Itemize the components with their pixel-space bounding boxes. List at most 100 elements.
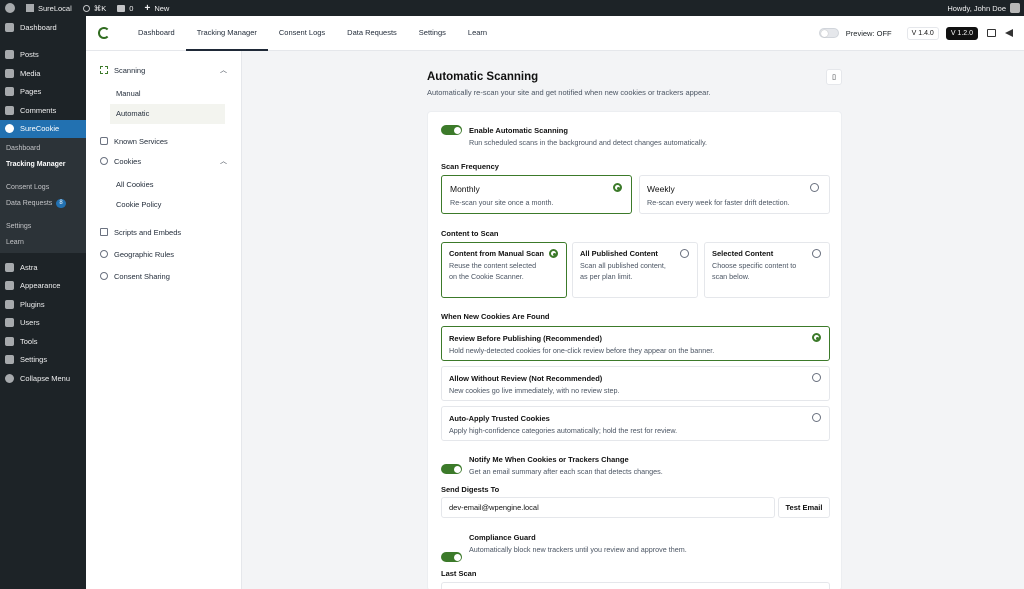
wp-menu-dashboard[interactable]: Dashboard [0, 18, 86, 37]
wp-sub-dashboard[interactable]: Dashboard [0, 141, 86, 157]
version-badge: V 1.4.0 [906, 26, 939, 40]
compliance-guard-label: Compliance Guard [469, 533, 536, 542]
content-manual-radio[interactable] [549, 249, 558, 258]
plugin-top-nav: Dashboard Tracking Manager Consent Logs … [86, 16, 1024, 51]
plugin-menu-automatic[interactable]: Automatic [110, 103, 225, 124]
plugin-menu-cookie-policy[interactable]: Cookie Policy [110, 195, 225, 216]
test-email-button[interactable]: Test Email [778, 497, 830, 518]
brush-icon [5, 281, 14, 291]
plugin-menu-cookies[interactable]: Cookies ︿ [86, 151, 241, 171]
plugin-icon [5, 299, 14, 309]
content-option-manual[interactable]: Content from Manual Scan Reuse the conte… [441, 242, 567, 298]
content-selected-radio[interactable] [812, 249, 821, 258]
wp-sub-data-requests[interactable]: Data Requests 8 [0, 196, 86, 212]
chevron-up-icon: ︿ [220, 67, 227, 74]
frequency-option-weekly[interactable]: Weekly Re-scan every week for faster dri… [639, 175, 830, 214]
comment-icon [5, 105, 14, 115]
plugin-menu-scanning[interactable]: Scanning ︿ [86, 60, 241, 80]
wp-menu-settings[interactable]: Settings [0, 351, 86, 370]
wp-menu-pages[interactable]: Pages [0, 83, 86, 102]
tab-settings[interactable]: Settings [408, 16, 457, 51]
site-name-link[interactable]: SureLocal [26, 4, 72, 13]
plugin-menu-consent-sharing[interactable]: Consent Sharing [86, 266, 241, 286]
services-icon [100, 137, 108, 145]
plugin-menu-geographic-rules[interactable]: Geographic Rules [86, 244, 241, 264]
surecookie-icon [5, 124, 14, 134]
page-icon [5, 87, 14, 97]
content-option-all-published[interactable]: All Published Content Scan all published… [572, 242, 698, 298]
content-option-selected[interactable]: Selected Content Choose specific content… [704, 242, 830, 298]
plugin-sidebar: Scanning ︿ Manual Automatic Known Servic… [86, 51, 242, 589]
wp-logo-icon[interactable] [5, 3, 15, 13]
wp-sub-learn[interactable]: Learn [0, 235, 86, 251]
megaphone-icon[interactable] [1005, 29, 1013, 37]
wp-menu-collapse[interactable]: Collapse Menu [0, 369, 86, 388]
docs-button[interactable]: ▯ [826, 69, 842, 85]
compliance-guard-toggle[interactable] [441, 552, 462, 562]
main-content: Automatic Scanning Automatically re-scan… [242, 51, 1024, 589]
wp-menu-users[interactable]: Users [0, 314, 86, 333]
search-icon [82, 4, 90, 12]
plugin-menu-scripts-embeds[interactable]: Scripts and Embeds [86, 222, 241, 242]
wp-menu-plugins[interactable]: Plugins [0, 295, 86, 314]
wp-sub-settings[interactable]: Settings [0, 219, 86, 235]
wp-menu-posts[interactable]: Posts [0, 46, 86, 65]
enable-scanning-toggle[interactable] [441, 125, 462, 135]
surecookie-logo-icon[interactable] [98, 27, 110, 39]
notify-toggle[interactable] [441, 464, 462, 474]
settings-icon [5, 355, 14, 365]
auto-apply-radio[interactable] [812, 413, 821, 422]
allow-radio[interactable] [812, 373, 821, 382]
users-icon [5, 318, 14, 328]
book-icon[interactable] [987, 29, 996, 37]
monthly-radio[interactable] [613, 183, 622, 192]
wp-menu-tools[interactable]: Tools [0, 332, 86, 351]
avatar [1010, 3, 1020, 13]
new-cookies-option-auto-apply[interactable]: Auto-Apply Trusted Cookies Apply high-co… [441, 406, 830, 441]
account-menu[interactable]: Howdy, John Doe [947, 3, 1020, 13]
wp-menu-astra[interactable]: Astra [0, 258, 86, 277]
plugin-menu-all-cookies[interactable]: All Cookies [110, 174, 225, 195]
preview-toggle[interactable] [818, 28, 839, 38]
new-content-link[interactable]: + New [144, 3, 169, 14]
plugin-menu-manual[interactable]: Manual [110, 83, 225, 104]
comment-icon [117, 4, 126, 12]
tab-dashboard[interactable]: Dashboard [127, 16, 186, 51]
wrench-icon [5, 336, 14, 346]
cookie-icon [100, 157, 108, 165]
share-icon [100, 272, 108, 280]
command-palette-link[interactable]: ⌘K [82, 4, 106, 13]
wp-menu-media[interactable]: Media [0, 64, 86, 83]
wp-admin-menu: Dashboard Posts Media Pages Comments Sur… [0, 16, 86, 589]
wp-sub-tracking-manager[interactable]: Tracking Manager [0, 157, 86, 173]
version-badge-pro: V 1.2.0 [945, 26, 978, 40]
wp-sub-consent-logs[interactable]: Consent Logs [0, 180, 86, 196]
weekly-radio[interactable] [810, 183, 819, 192]
digest-email-input[interactable]: dev-email@wpengine.local [441, 497, 775, 518]
review-radio[interactable] [812, 333, 821, 342]
tab-data-requests[interactable]: Data Requests [336, 16, 408, 51]
collapse-icon [5, 373, 14, 383]
compliance-guard-desc: Automatically block new trackers until y… [469, 545, 687, 554]
tab-learn[interactable]: Learn [457, 16, 498, 51]
wp-menu-comments[interactable]: Comments [0, 101, 86, 120]
wp-menu-appearance[interactable]: Appearance [0, 277, 86, 296]
book-icon: ▯ [832, 74, 836, 81]
new-cookies-option-review[interactable]: Review Before Publishing (Recommended) H… [441, 326, 830, 361]
wp-menu-surecookie[interactable]: SureCookie [0, 119, 86, 138]
admin-bar: SureLocal ⌘K 0 + New Howdy, John Doe [0, 0, 1024, 16]
send-digests-label: Send Digests To [441, 485, 500, 494]
new-cookies-label: When New Cookies Are Found [441, 312, 550, 321]
last-scan-label: Last Scan [441, 569, 477, 578]
tab-tracking-manager[interactable]: Tracking Manager [185, 16, 268, 51]
settings-card: Enable Automatic Scanning Run scheduled … [427, 111, 842, 589]
frequency-option-monthly[interactable]: Monthly Re-scan your site once a month. [441, 175, 632, 214]
enable-scanning-desc: Run scheduled scans in the background an… [469, 138, 708, 147]
preview-label: Preview: OFF [845, 28, 892, 38]
new-cookies-option-allow[interactable]: Allow Without Review (Not Recommended) N… [441, 366, 830, 401]
tab-consent-logs[interactable]: Consent Logs [268, 16, 336, 51]
pin-icon [5, 50, 14, 60]
comments-link[interactable]: 0 [117, 4, 133, 13]
plugin-menu-known-services[interactable]: Known Services [86, 131, 241, 151]
content-all-published-radio[interactable] [680, 249, 689, 258]
